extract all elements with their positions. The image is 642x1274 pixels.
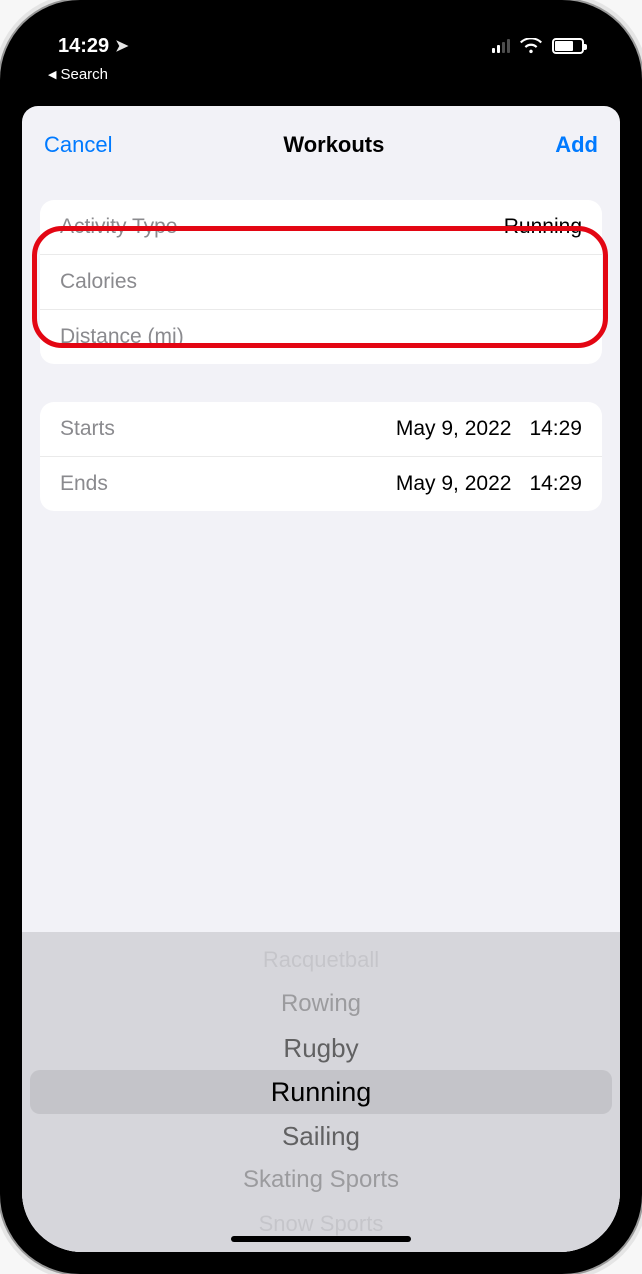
status-time: 14:29 (58, 35, 109, 58)
calories-row[interactable]: Calories (40, 254, 602, 309)
distance-label: Distance (mi) (60, 325, 184, 349)
time-group: Starts May 9, 2022 14:29 Ends May 9, 202… (40, 402, 602, 511)
wifi-icon (520, 38, 542, 54)
cellular-icon (492, 39, 510, 53)
cancel-button[interactable]: Cancel (44, 132, 112, 158)
screen: 14:29 ➤ Search Cancel Workouts (22, 22, 620, 1252)
ends-time: 14:29 (529, 472, 582, 496)
notch (196, 22, 446, 58)
ends-row[interactable]: Ends May 9, 2022 14:29 (40, 456, 602, 511)
activity-type-label: Activity Type (60, 215, 178, 239)
ends-label: Ends (60, 472, 108, 496)
device-frame: 14:29 ➤ Search Cancel Workouts (0, 0, 642, 1274)
picker-items: Preparation and Recovery Racquetball Row… (22, 932, 620, 1252)
starts-time: 14:29 (529, 417, 582, 441)
calories-label: Calories (60, 270, 137, 294)
battery-icon (552, 38, 584, 54)
modal-sheet: Cancel Workouts Add Activity Type Runnin… (22, 114, 620, 1252)
picker-item[interactable]: Sailing (22, 1114, 620, 1158)
ends-date: May 9, 2022 (396, 472, 512, 496)
starts-date: May 9, 2022 (396, 417, 512, 441)
picker-item[interactable]: Rugby (22, 1026, 620, 1070)
picker-item[interactable]: Racquetball (22, 938, 620, 982)
activity-type-value: Running (504, 215, 582, 239)
distance-row[interactable]: Distance (mi) (40, 309, 602, 364)
nav-bar: Cancel Workouts Add (22, 114, 620, 174)
activity-group: Activity Type Running Calories Distance … (40, 200, 602, 364)
picker-item-selected[interactable]: Running (22, 1070, 620, 1114)
activity-picker[interactable]: Preparation and Recovery Racquetball Row… (22, 932, 620, 1252)
picker-item[interactable]: Soccer (22, 1246, 620, 1252)
page-title: Workouts (283, 132, 384, 158)
starts-label: Starts (60, 417, 115, 441)
picker-item[interactable]: Rowing (22, 982, 620, 1026)
add-button[interactable]: Add (555, 132, 598, 158)
location-icon: ➤ (115, 36, 128, 56)
picker-item[interactable]: Skating Sports (22, 1158, 620, 1202)
app-area: Cancel Workouts Add Activity Type Runnin… (22, 106, 620, 1252)
activity-type-row[interactable]: Activity Type Running (40, 200, 602, 254)
home-indicator[interactable] (231, 1236, 411, 1242)
starts-row[interactable]: Starts May 9, 2022 14:29 (40, 402, 602, 456)
